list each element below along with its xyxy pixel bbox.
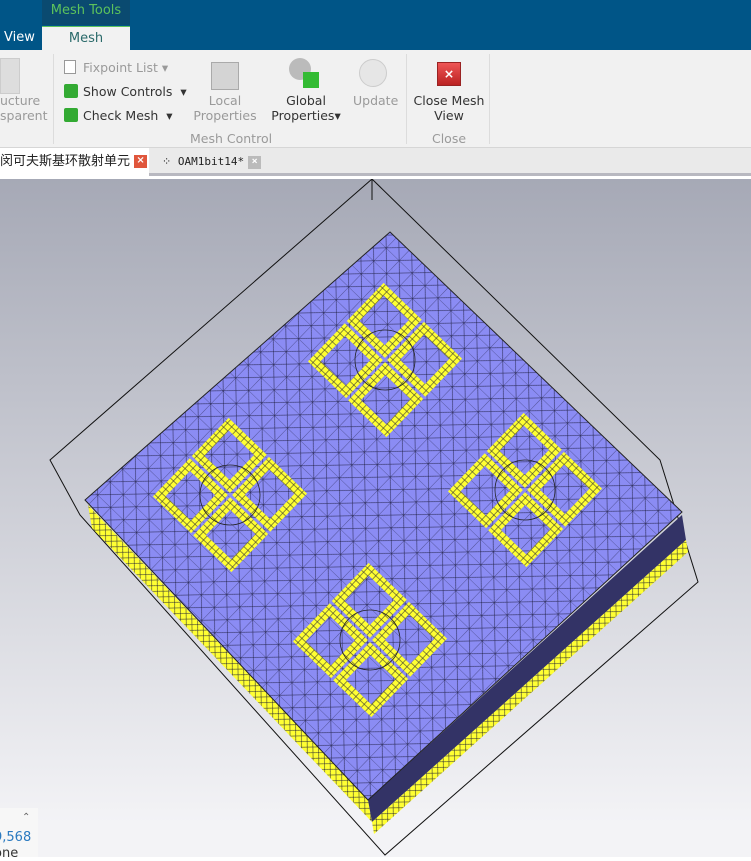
close-tab-icon[interactable]: × — [134, 155, 148, 168]
close-icon: × — [437, 62, 461, 86]
check-mesh-button[interactable]: Check Mesh ▾ — [83, 108, 173, 123]
mesh-viewport[interactable] — [0, 178, 751, 857]
doc-tab-2[interactable]: ⁘ OAM1bit14* × — [162, 148, 262, 176]
doc-tab-1[interactable]: 闵可夫斯基环散射单元 × — [0, 148, 149, 176]
tab-mesh[interactable]: Mesh — [42, 26, 130, 50]
local-properties-icon — [211, 62, 239, 90]
mesh-model — [49, 178, 699, 856]
info-panel: ⌃ 9,568 one — [0, 808, 38, 861]
close-tab-icon[interactable]: × — [248, 155, 262, 169]
close-mesh-view-button[interactable]: Close Mesh View — [412, 93, 486, 123]
structure-transparent-button[interactable]: ucture sparent — [0, 93, 48, 123]
check-mesh-icon — [64, 108, 78, 122]
list-icon — [64, 60, 76, 74]
update-button[interactable]: Update — [353, 93, 398, 108]
ribbon: ucture sparent Fixpoint List ▾ Show Contr… — [0, 50, 751, 148]
eye-icon — [64, 84, 78, 98]
structure-transparent-icon — [0, 58, 20, 94]
group-label-close: Close — [431, 131, 467, 146]
local-properties-button[interactable]: Local Properties — [190, 93, 260, 123]
tab-view[interactable]: View — [4, 26, 35, 50]
update-icon — [359, 59, 387, 87]
show-controls-button[interactable]: Show Controls ▾ — [83, 84, 187, 99]
info-label: one — [0, 846, 19, 861]
group-label-mesh-control: Mesh Control — [190, 131, 273, 146]
info-value: 9,568 — [0, 830, 32, 845]
title-bar: Mesh Tools View Mesh — [0, 0, 751, 50]
global-properties-button[interactable]: Global Properties▾ — [266, 93, 346, 123]
document-tabs: 闵可夫斯基环散射单元 × ⁘ OAM1bit14* × — [0, 148, 751, 176]
context-tab-mesh-tools: Mesh Tools — [42, 0, 130, 25]
mesh-cube-icon — [303, 72, 319, 88]
loading-icon: ⁘ — [162, 155, 178, 168]
fixpoint-list-button[interactable]: Fixpoint List ▾ — [83, 60, 168, 75]
collapse-icon[interactable]: ⌃ — [22, 812, 30, 823]
